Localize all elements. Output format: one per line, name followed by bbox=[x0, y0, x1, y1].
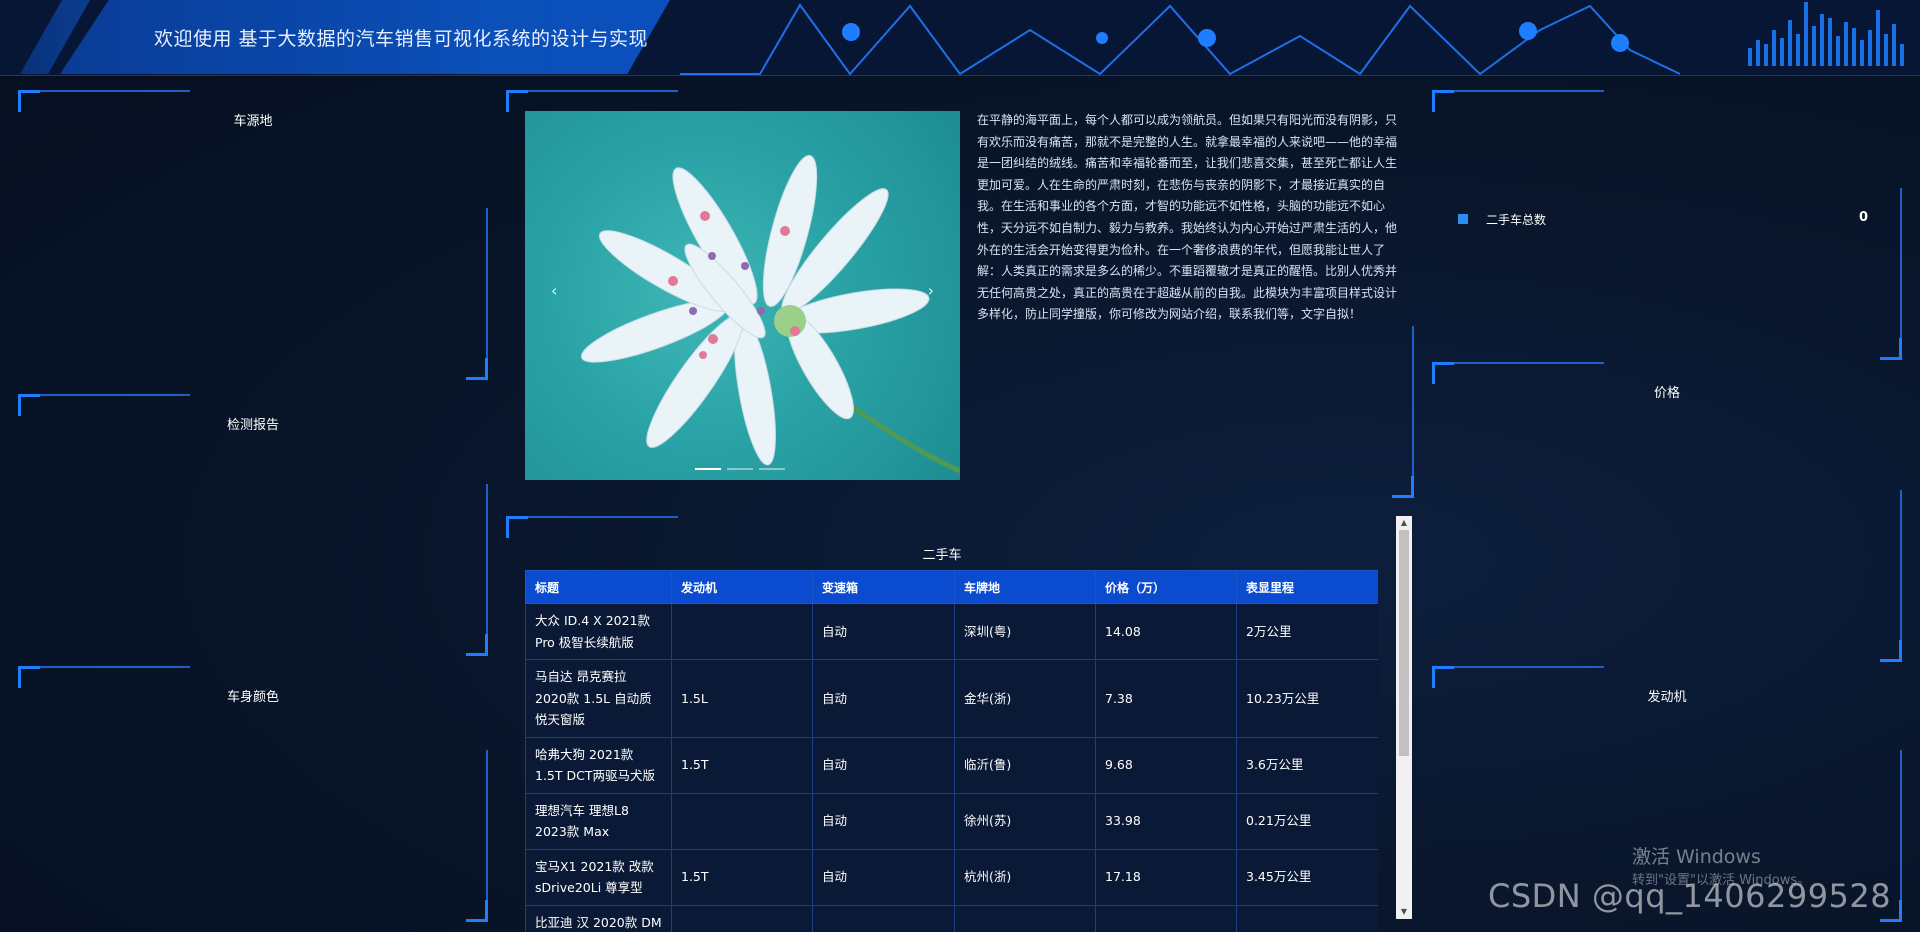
used-car-total-value: 0 bbox=[1858, 210, 1868, 225]
cell-title: 马自达 昂克赛拉 2020款 1.5L 自动质悦天窗版 bbox=[525, 659, 672, 738]
carousel-indicator[interactable] bbox=[727, 468, 753, 470]
column-header-title[interactable]: 标题 bbox=[525, 570, 672, 604]
cell-plate-location: 临沂(鲁) bbox=[954, 736, 1096, 794]
table-row[interactable]: 哈弗大狗 2021款 1.5T DCT两驱马犬版 1.5T 自动 临沂(鲁) 9… bbox=[525, 736, 1378, 794]
scroll-up-arrow-icon[interactable]: ▲ bbox=[1396, 516, 1412, 530]
cell-plate-location: 深圳(粤) bbox=[954, 603, 1096, 660]
cell-plate-location bbox=[954, 904, 1096, 932]
engine-panel-title: 发动机 bbox=[1647, 690, 1687, 705]
cell-plate-location: 金华(浙) bbox=[954, 659, 1096, 738]
cell-mileage: 2万公里 bbox=[1236, 603, 1378, 660]
column-header-gearbox[interactable]: 变速箱 bbox=[812, 570, 955, 604]
table-row[interactable]: 大众 ID.4 X 2021款 Pro 极智长续航版 自动 深圳(粤) 14.0… bbox=[525, 603, 1378, 660]
carousel-indicator[interactable] bbox=[759, 468, 785, 470]
intro-text: 在平静的海平面上，每个人都可以成为领航员。但如果只有阳光而没有阴影，只有欢乐而没… bbox=[977, 113, 1398, 322]
cell-engine bbox=[671, 792, 813, 850]
carousel-flower-image bbox=[580, 155, 960, 474]
cell-engine: 1.5T bbox=[671, 848, 813, 906]
carousel-indicator[interactable] bbox=[695, 468, 721, 470]
cell-engine bbox=[671, 904, 813, 932]
column-header-plate-location[interactable]: 车牌地 bbox=[954, 570, 1096, 604]
cell-engine: 1.5T bbox=[671, 736, 813, 794]
csdn-watermark: CSDN @qq_1406299528 bbox=[1488, 877, 1892, 915]
cell-engine: 1.5L bbox=[671, 659, 813, 738]
report-panel-title: 检测报告 bbox=[226, 418, 279, 433]
cell-gearbox bbox=[812, 904, 955, 932]
header-bar: 欢迎使用 基于大数据的汽车销售可视化系统的设计与实现 bbox=[0, 0, 1920, 76]
table-row[interactable]: 马自达 昂克赛拉 2020款 1.5L 自动质悦天窗版 1.5L 自动 金华(浙… bbox=[525, 659, 1378, 738]
table-row[interactable]: 宝马X1 2021款 改款 sDrive20Li 尊享型 1.5T 自动 杭州(… bbox=[525, 848, 1378, 906]
image-carousel[interactable]: ‹ › bbox=[525, 111, 960, 480]
cell-plate-location: 杭州(浙) bbox=[954, 848, 1096, 906]
price-panel: 价格 bbox=[1432, 362, 1902, 662]
column-header-price[interactable]: 价格（万） bbox=[1095, 570, 1237, 604]
carousel-next-button[interactable]: › bbox=[928, 281, 934, 300]
cell-mileage bbox=[1236, 904, 1378, 932]
used-car-total-row: 二手车总数 0 bbox=[1458, 210, 1878, 230]
origin-panel: 车源地 bbox=[18, 90, 488, 380]
windows-activation-title: 激活 Windows bbox=[1632, 846, 1761, 868]
cell-mileage: 0.21万公里 bbox=[1236, 792, 1378, 850]
cell-gearbox: 自动 bbox=[812, 659, 955, 738]
cell-title: 宝马X1 2021款 改款 sDrive20Li 尊享型 bbox=[525, 848, 672, 906]
carousel-prev-button[interactable]: ‹ bbox=[551, 281, 557, 300]
cell-gearbox: 自动 bbox=[812, 848, 955, 906]
carousel-indicators bbox=[695, 468, 785, 470]
cell-price: 17.18 bbox=[1095, 848, 1237, 906]
cell-price bbox=[1095, 904, 1237, 932]
table-panel-title: 二手车 bbox=[922, 548, 962, 563]
cell-title: 理想汽车 理想L8 2023款 Max bbox=[525, 792, 672, 850]
price-panel-title: 价格 bbox=[1653, 386, 1680, 401]
column-header-engine[interactable]: 发动机 bbox=[671, 570, 813, 604]
cell-title: 比亚迪 汉 2020款 DM bbox=[525, 904, 672, 932]
used-car-table: 标题 发动机 变速箱 车牌地 价格（万） 表显里程 大众 ID.4 X 2021… bbox=[525, 570, 1378, 932]
cell-gearbox: 自动 bbox=[812, 792, 955, 850]
cell-mileage: 3.45万公里 bbox=[1236, 848, 1378, 906]
cell-price: 9.68 bbox=[1095, 736, 1237, 794]
cell-title: 大众 ID.4 X 2021款 Pro 极智长续航版 bbox=[525, 603, 672, 660]
color-panel: 车身颜色 bbox=[18, 666, 488, 922]
scrollbar-thumb[interactable] bbox=[1399, 530, 1409, 756]
cell-title: 哈弗大狗 2021款 1.5T DCT两驱马犬版 bbox=[525, 736, 672, 794]
cell-gearbox: 自动 bbox=[812, 736, 955, 794]
cell-mileage: 10.23万公里 bbox=[1236, 659, 1378, 738]
cell-plate-location: 徐州(苏) bbox=[954, 792, 1096, 850]
cell-price: 7.38 bbox=[1095, 659, 1237, 738]
cell-engine bbox=[671, 603, 813, 660]
report-panel: 检测报告 bbox=[18, 394, 488, 656]
color-panel-title: 车身颜色 bbox=[226, 690, 279, 705]
table-row[interactable]: 理想汽车 理想L8 2023款 Max 自动 徐州(苏) 33.98 0.21万… bbox=[525, 792, 1378, 850]
cell-gearbox: 自动 bbox=[812, 603, 955, 660]
column-header-mileage[interactable]: 表显里程 bbox=[1236, 570, 1378, 604]
table-row[interactable]: 比亚迪 汉 2020款 DM bbox=[525, 904, 1378, 932]
origin-panel-title: 车源地 bbox=[233, 114, 273, 129]
table-header-row: 标题 发动机 变速箱 车牌地 价格（万） 表显里程 bbox=[525, 570, 1378, 604]
cell-price: 33.98 bbox=[1095, 792, 1237, 850]
legend-square-icon bbox=[1458, 214, 1468, 224]
cell-price: 14.08 bbox=[1095, 603, 1237, 660]
used-car-total-label: 二手车总数 bbox=[1486, 213, 1547, 227]
page-title: 欢迎使用 基于大数据的汽车销售可视化系统的设计与实现 bbox=[154, 28, 649, 50]
scroll-down-arrow-icon[interactable]: ▼ bbox=[1396, 905, 1412, 919]
cell-mileage: 3.6万公里 bbox=[1236, 736, 1378, 794]
table-scrollbar[interactable]: ▲ ▼ bbox=[1396, 516, 1412, 919]
